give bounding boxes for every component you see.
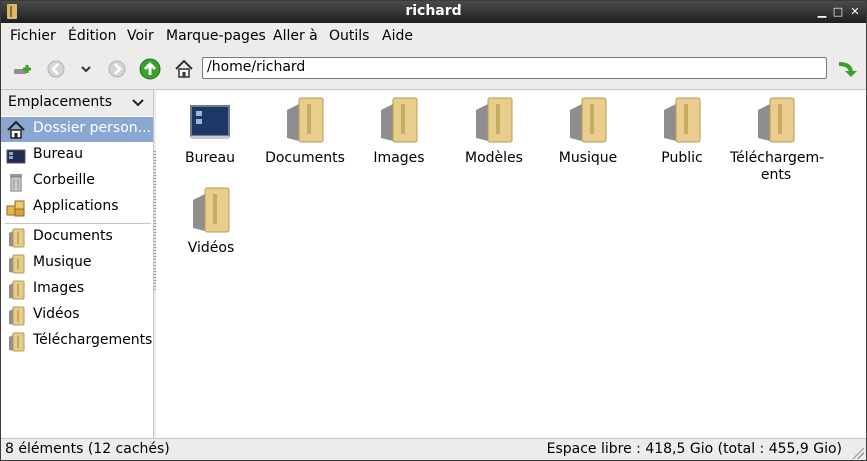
status-bar: 8 éléments (12 cachés) Espace libre : 41… bbox=[1, 438, 866, 460]
applications-icon bbox=[6, 200, 25, 217]
file-item-label: Documents bbox=[265, 150, 345, 166]
sidebar-item-home[interactable]: Dossier person... bbox=[1, 117, 153, 142]
sidebar-item-telechargements[interactable]: Téléchargements bbox=[1, 329, 153, 354]
sidebar-separator bbox=[5, 223, 151, 224]
file-item-documents[interactable]: Documents bbox=[259, 90, 351, 167]
menu-bar: Fichier Édition Voir Marque-pages Aller … bbox=[1, 23, 866, 49]
folder-icon bbox=[570, 97, 607, 143]
forward-button[interactable] bbox=[106, 58, 128, 80]
folder-icon bbox=[9, 280, 25, 300]
new-tab-button[interactable] bbox=[11, 58, 33, 80]
menu-aller-a[interactable]: Aller à bbox=[273, 28, 318, 44]
menu-marque-pages[interactable]: Marque-pages bbox=[166, 28, 266, 44]
title-bar[interactable]: richard ▁ □ ✕ bbox=[1, 1, 866, 23]
folder-icon bbox=[476, 97, 513, 143]
file-item-telechargements[interactable]: Téléchargem- ents bbox=[730, 90, 825, 184]
file-item-label: Musique bbox=[558, 150, 618, 166]
maximize-icon[interactable]: □ bbox=[831, 5, 845, 19]
folder-icon bbox=[381, 97, 418, 143]
sidebar-item-corbeille[interactable]: Corbeille bbox=[1, 169, 153, 194]
new-tab-icon bbox=[14, 65, 31, 74]
home-icon bbox=[175, 59, 193, 78]
folder-icon bbox=[9, 228, 25, 248]
file-item-images[interactable]: Images bbox=[353, 90, 445, 167]
forward-icon bbox=[108, 60, 126, 78]
sidebar-item-musique[interactable]: Musique bbox=[1, 251, 153, 276]
file-item-videos[interactable]: Vidéos bbox=[165, 180, 257, 257]
file-item-musique[interactable]: Musique bbox=[542, 90, 634, 167]
places-selector[interactable]: Emplacements bbox=[1, 90, 153, 116]
file-item-label: Modèles bbox=[465, 150, 523, 166]
folder-icon bbox=[9, 254, 25, 274]
minimize-icon[interactable]: ▁ bbox=[815, 5, 829, 19]
file-view[interactable]: Bureau Documents Images Modèles Musique … bbox=[156, 90, 866, 438]
desktop-icon bbox=[6, 149, 26, 164]
back-icon bbox=[47, 60, 65, 78]
location-input[interactable]: /home/richard bbox=[202, 57, 827, 79]
sidebar-item-videos[interactable]: Vidéos bbox=[1, 303, 153, 328]
up-icon bbox=[139, 58, 161, 80]
sidebar-item-label: Applications bbox=[33, 198, 119, 214]
sidebar-item-documents[interactable]: Documents bbox=[1, 225, 153, 250]
menu-outils[interactable]: Outils bbox=[329, 28, 369, 44]
trash-icon bbox=[10, 174, 22, 192]
free-space: Espace libre : 418,5 Gio (total : 455,9 … bbox=[546, 441, 842, 457]
back-button[interactable] bbox=[45, 58, 67, 80]
folder-icon bbox=[9, 332, 25, 352]
file-item-public[interactable]: Public bbox=[636, 90, 728, 167]
folder-icon bbox=[287, 97, 324, 143]
menu-edition[interactable]: Édition bbox=[68, 28, 116, 44]
file-item-label: Public bbox=[661, 150, 703, 166]
menu-voir[interactable]: Voir bbox=[127, 28, 154, 44]
sidebar-item-bureau[interactable]: Bureau bbox=[1, 143, 153, 168]
window-title: richard bbox=[405, 3, 462, 19]
sidebar: Emplacements Dossier person... Bureau Co… bbox=[1, 90, 154, 438]
history-dropdown-button[interactable] bbox=[75, 58, 97, 80]
sidebar-item-label: Images bbox=[33, 280, 85, 296]
item-count: 8 éléments (12 cachés) bbox=[5, 441, 170, 457]
file-item-label: Téléchargem- ents bbox=[730, 150, 825, 183]
menu-aide[interactable]: Aide bbox=[382, 28, 413, 44]
sidebar-item-label: Bureau bbox=[33, 146, 83, 162]
toolbar: /home/richard bbox=[1, 49, 866, 90]
go-button[interactable] bbox=[835, 58, 857, 80]
file-item-modeles[interactable]: Modèles bbox=[448, 90, 540, 167]
close-icon[interactable]: ✕ bbox=[848, 5, 862, 19]
sidebar-item-images[interactable]: Images bbox=[1, 277, 153, 302]
file-item-label: Vidéos bbox=[187, 240, 235, 256]
folder-icon bbox=[758, 97, 795, 143]
file-item-label: Bureau bbox=[185, 150, 235, 166]
menu-fichier[interactable]: Fichier bbox=[10, 28, 56, 44]
sidebar-item-applications[interactable]: Applications bbox=[1, 195, 153, 220]
chevron-down-icon bbox=[132, 99, 144, 107]
resize-grip-icon[interactable] bbox=[852, 447, 864, 459]
folder-icon bbox=[193, 187, 230, 233]
places-selector-label: Emplacements bbox=[8, 94, 113, 110]
sidebar-item-label: Téléchargements bbox=[33, 332, 153, 348]
sidebar-item-label: Corbeille bbox=[33, 172, 95, 188]
history-dropdown-icon bbox=[81, 66, 91, 73]
up-button[interactable] bbox=[139, 58, 161, 80]
go-icon bbox=[838, 62, 857, 77]
folder-icon bbox=[664, 97, 701, 143]
sidebar-item-label: Documents bbox=[33, 228, 113, 244]
sidebar-item-label: Vidéos bbox=[33, 306, 80, 322]
file-item-label: Images bbox=[373, 150, 425, 166]
desktop-icon bbox=[190, 105, 230, 139]
sidebar-item-label: Musique bbox=[33, 254, 92, 270]
sidebar-item-label: Dossier person... bbox=[33, 120, 151, 136]
home-button[interactable] bbox=[173, 58, 195, 80]
folder-icon bbox=[9, 306, 25, 326]
file-item-bureau[interactable]: Bureau bbox=[164, 90, 256, 167]
home-icon bbox=[7, 120, 25, 139]
file-manager-window: richard ▁ □ ✕ Fichier Édition Voir Marqu… bbox=[0, 0, 867, 461]
